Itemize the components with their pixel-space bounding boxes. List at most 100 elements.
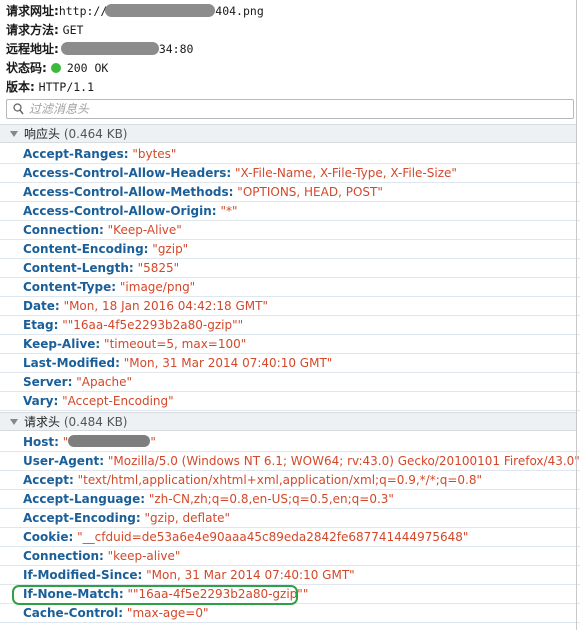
header-name: Last-Modified:: [23, 356, 120, 370]
header-value: "max-age=0": [126, 606, 209, 620]
header-row-keep-alive[interactable]: Keep-Alive: "timeout=5, max=100": [0, 335, 580, 354]
header-row-connection[interactable]: Connection: "Keep-Alive": [0, 221, 580, 240]
header-value: "X-File-Name, X-File-Type, X-File-Size": [235, 166, 457, 180]
header-row-cache-control[interactable]: Cache-Control: "max-age=0": [0, 604, 580, 623]
redacted-ip: [60, 42, 159, 55]
header-row-connection[interactable]: Connection: "keep-alive": [0, 547, 580, 566]
header-value: "zh-CN,zh;q=0.8,en-US;q=0.5,en;q=0.3": [148, 492, 394, 506]
header-row-last-modified[interactable]: Last-Modified: "Mon, 31 Mar 2014 07:40:1…: [0, 354, 580, 373]
header-name: Connection:: [23, 549, 104, 563]
response-headers-size: (0.464 KB): [63, 127, 128, 141]
request-method-row: 请求方法: GET: [6, 21, 574, 40]
header-name: Keep-Alive:: [23, 337, 101, 351]
request-headers-toggle[interactable]: 请求头 (0.484 KB): [0, 412, 576, 431]
header-row-access-control-allow-headers[interactable]: Access-Control-Allow-Headers: "X-File-Na…: [0, 164, 580, 183]
header-value: "Mon, 31 Mar 2014 07:40:10 GMT": [146, 568, 355, 582]
header-value: "keep-alive": [107, 549, 181, 563]
redacted-host: [105, 4, 216, 17]
header-value: "Mon, 31 Mar 2014 07:40:10 GMT": [123, 356, 333, 370]
version-label: 版本:: [6, 80, 35, 94]
header-name: Accept-Ranges:: [23, 147, 129, 161]
status-code-row: 状态码: 200 OK: [6, 59, 574, 78]
header-value: " ": [63, 435, 156, 449]
header-name: Accept-Language:: [23, 492, 146, 506]
header-row-content-type[interactable]: Content-Type: "image/png": [0, 278, 580, 297]
header-row-content-encoding[interactable]: Content-Encoding: "gzip": [0, 240, 580, 259]
header-name: Vary:: [23, 394, 59, 408]
header-value: "gzip, deflate": [144, 511, 231, 525]
request-method-value: GET: [62, 23, 84, 37]
header-value: "__cfduid=de53a6e4e90aaa45c89eda2842fe68…: [77, 530, 469, 544]
request-url-row: 请求网址:http:// 404.png: [6, 2, 574, 21]
header-row-cookie[interactable]: Cookie: "__cfduid=de53a6e4e90aaa45c89eda…: [0, 528, 580, 547]
header-value: "Accept-Encoding": [62, 394, 174, 408]
header-row-access-control-allow-origin[interactable]: Access-Control-Allow-Origin: "*": [0, 202, 580, 221]
remote-address-label: 远程地址:: [6, 42, 59, 56]
header-value: "text/html,application/xhtml+xml,applica…: [77, 473, 483, 487]
header-name: Access-Control-Allow-Methods:: [23, 185, 234, 199]
header-row-server[interactable]: Server: "Apache": [0, 373, 580, 392]
header-row-content-length[interactable]: Content-Length: "5825": [0, 259, 580, 278]
request-url-prefix: http://: [58, 4, 108, 18]
header-value: "OPTIONS, HEAD, POST": [237, 185, 383, 199]
header-row-if-none-match[interactable]: If-None-Match: ""16aa-4f5e2293b2a80-gzip…: [0, 585, 580, 604]
header-row-accept-encoding[interactable]: Accept-Encoding: "gzip, deflate": [0, 509, 580, 528]
header-value: ""16aa-4f5e2293b2a80-gzip"": [62, 318, 244, 332]
remote-address-row: 远程地址: 34:80: [6, 40, 574, 59]
header-name: If-None-Match:: [23, 587, 124, 601]
header-name: Access-Control-Allow-Origin:: [23, 204, 217, 218]
header-name: Content-Type:: [23, 280, 117, 294]
header-value: "image/png": [119, 280, 196, 294]
twisty-expanded-icon: [10, 419, 18, 425]
twisty-expanded-icon: [10, 131, 18, 137]
header-name: Cache-Control:: [23, 606, 124, 620]
version-value: HTTP/1.1: [38, 80, 95, 94]
header-row-user-agent[interactable]: User-Agent: "Mozilla/5.0 (Windows NT 6.1…: [0, 452, 580, 471]
header-row-accept-ranges[interactable]: Accept-Ranges: "bytes": [0, 145, 580, 164]
header-name: Accept:: [23, 473, 74, 487]
header-name: Server:: [23, 375, 73, 389]
header-value: "*": [220, 204, 238, 218]
header-name: If-Modified-Since:: [23, 568, 143, 582]
header-value: "Mon, 18 Jan 2016 04:42:18 GMT": [63, 299, 268, 313]
header-value: ""16aa-4f5e2293b2a80-gzip"": [127, 587, 309, 601]
request-summary: 请求网址:http:// 404.png 请求方法: GET 远程地址: 34:80…: [0, 0, 580, 97]
header-row-date[interactable]: Date: "Mon, 18 Jan 2016 04:42:18 GMT": [0, 297, 580, 316]
status-code-label: 状态码:: [6, 61, 47, 75]
header-row-if-modified-since[interactable]: If-Modified-Since: "Mon, 31 Mar 2014 07:…: [0, 566, 580, 585]
header-name: User-Agent:: [23, 454, 105, 468]
panel-right-border: [576, 0, 577, 630]
header-name: Access-Control-Allow-Headers:: [23, 166, 232, 180]
header-value: "Mozilla/5.0 (Windows NT 6.1; WOW64; rv:…: [107, 454, 580, 468]
header-value: "5825": [137, 261, 180, 275]
header-row-etag[interactable]: Etag: ""16aa-4f5e2293b2a80-gzip"": [0, 316, 580, 335]
header-value: "Apache": [76, 375, 133, 389]
header-row-access-control-allow-methods[interactable]: Access-Control-Allow-Methods: "OPTIONS, …: [0, 183, 580, 202]
response-headers-title: 响应头: [24, 127, 61, 141]
remote-address-suffix: 34:80: [158, 42, 194, 56]
header-name: Content-Length:: [23, 261, 134, 275]
request-headers-rows: User-Agent: "Mozilla/5.0 (Windows NT 6.1…: [0, 452, 580, 623]
host-quote-close: ": [150, 435, 156, 449]
header-name: Host:: [23, 435, 59, 449]
header-name: Content-Encoding:: [23, 242, 149, 256]
header-name: Etag:: [23, 318, 59, 332]
status-ok-icon: [50, 63, 61, 73]
request-method-label: 请求方法:: [6, 23, 59, 37]
header-row-host[interactable]: Host: " ": [0, 433, 580, 452]
header-row-accept[interactable]: Accept: "text/html,application/xhtml+xml…: [0, 471, 580, 490]
header-name: Cookie:: [23, 530, 74, 544]
header-row-vary[interactable]: Vary: "Accept-Encoding": [0, 392, 580, 411]
redacted-host-value: [68, 435, 151, 447]
filter-headers-input[interactable]: [29, 100, 549, 118]
request-headers-title: 请求头: [24, 415, 61, 429]
header-name: Connection:: [23, 223, 104, 237]
header-name: Accept-Encoding:: [23, 511, 141, 525]
header-value: "timeout=5, max=100": [104, 337, 247, 351]
header-row-accept-language[interactable]: Accept-Language: "zh-CN,zh;q=0.8,en-US;q…: [0, 490, 580, 509]
response-headers-toggle[interactable]: 响应头 (0.464 KB): [0, 124, 576, 143]
request-headers-size: (0.484 KB): [63, 415, 128, 429]
response-headers-list: Accept-Ranges: "bytes" Access-Control-All…: [0, 145, 580, 411]
filter-headers-bar[interactable]: [6, 99, 574, 119]
search-icon: [13, 103, 24, 115]
